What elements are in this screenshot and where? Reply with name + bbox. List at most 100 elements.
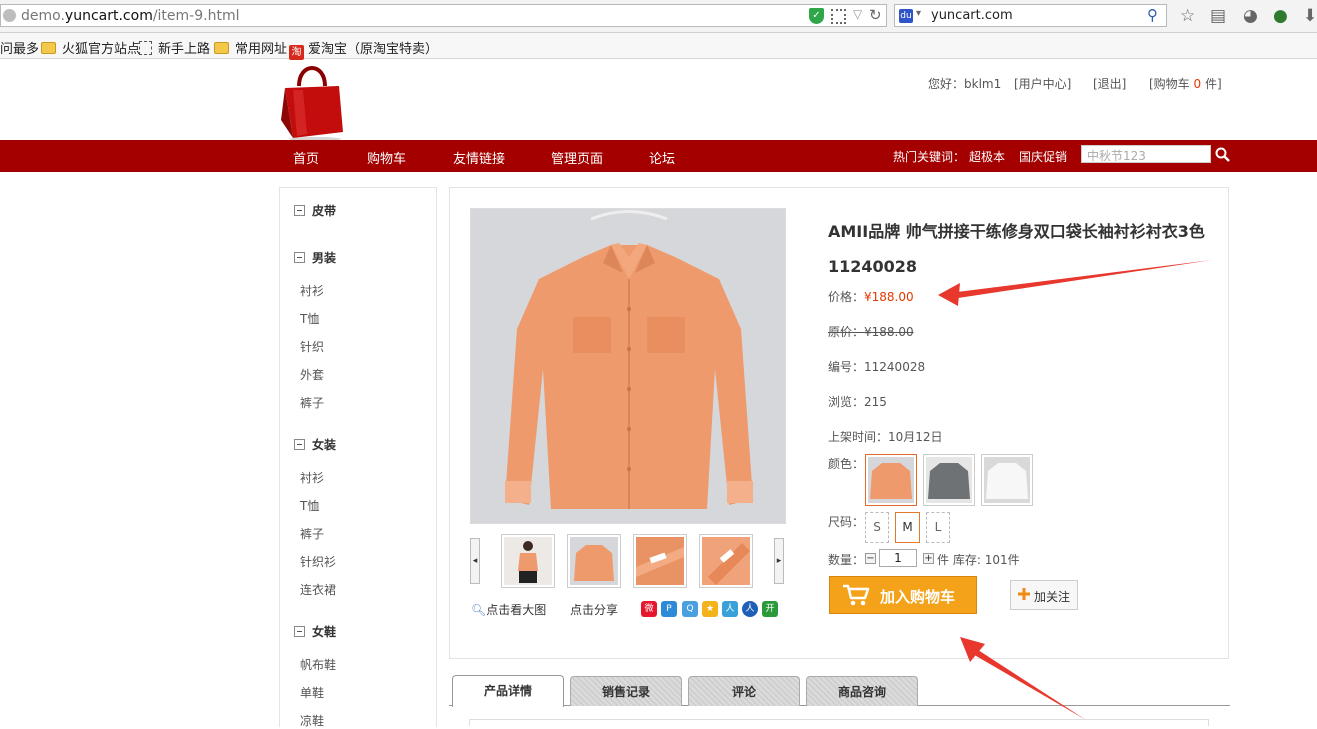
bookmark-item[interactable]: 新手上路 bbox=[139, 38, 210, 57]
category-item[interactable]: 外套 bbox=[300, 366, 324, 383]
color-swatch-gray[interactable] bbox=[923, 454, 975, 506]
nav-home[interactable]: 首页 bbox=[293, 148, 319, 167]
view-large-link[interactable]: 🔍︎点击看大图 bbox=[471, 601, 546, 618]
qr-code-icon[interactable] bbox=[831, 9, 846, 24]
hot-keyword[interactable]: 超极本 bbox=[969, 148, 1005, 165]
product-main-image[interactable] bbox=[470, 208, 786, 524]
category-item[interactable]: 帆布鞋 bbox=[300, 656, 336, 673]
download-icon[interactable]: ⬇ bbox=[1303, 6, 1317, 26]
product-thumbnail[interactable] bbox=[633, 534, 687, 588]
category-item[interactable]: 衬衫 bbox=[300, 282, 324, 299]
product-thumbnail[interactable] bbox=[501, 534, 555, 588]
color-swatch-white[interactable] bbox=[981, 454, 1033, 506]
renren-icon[interactable]: 人 bbox=[742, 601, 758, 617]
category-item[interactable]: 针织衫 bbox=[300, 553, 336, 570]
collapse-icon[interactable] bbox=[294, 626, 305, 637]
category-item[interactable]: 凉鞋 bbox=[300, 712, 324, 729]
user-greeting: 您好：bklm1 bbox=[928, 77, 1002, 91]
globe-icon bbox=[3, 9, 16, 22]
category-title[interactable]: 女鞋 bbox=[294, 623, 336, 640]
cart-link[interactable]: [购物车 0 件] bbox=[1149, 75, 1222, 92]
collapse-icon[interactable] bbox=[294, 439, 305, 450]
size-option[interactable]: L bbox=[926, 512, 950, 543]
share-p-icon[interactable]: P bbox=[661, 601, 677, 617]
date-line: 上架时间：10月12日 bbox=[828, 430, 943, 444]
quantity-input[interactable]: 1 bbox=[879, 549, 917, 567]
shopping-bag-logo[interactable] bbox=[279, 60, 345, 140]
chevron-down-icon[interactable]: ▽ bbox=[853, 7, 862, 21]
nav-admin[interactable]: 管理页面 bbox=[551, 148, 603, 167]
color-swatch-orange[interactable] bbox=[865, 454, 917, 506]
extension-icon[interactable]: ● bbox=[1273, 6, 1288, 26]
qty-label: 数量： bbox=[828, 553, 865, 567]
browser-search-input[interactable]: du ▾ yuncart.com ⚲ bbox=[894, 4, 1167, 27]
qzone-icon[interactable]: Q bbox=[682, 601, 698, 617]
bookmarks-bar: 问最多 火狐官方站点 新手上路 常用网址 淘爱淘宝（原淘宝特卖） bbox=[0, 33, 1317, 60]
star-share-icon[interactable]: ★ bbox=[702, 601, 718, 617]
add-to-cart-button[interactable]: 加入购物车 bbox=[829, 576, 977, 614]
category-item[interactable]: 连衣裙 bbox=[300, 581, 336, 598]
search-icon[interactable] bbox=[1214, 146, 1232, 164]
views-line: 浏览：215 bbox=[828, 395, 887, 409]
folder-icon bbox=[214, 42, 229, 54]
size-option-selected[interactable]: M bbox=[895, 512, 920, 543]
taobao-icon: 淘 bbox=[289, 45, 304, 60]
category-item[interactable]: 衬衫 bbox=[300, 469, 324, 486]
share-label: 点击分享 bbox=[570, 603, 619, 617]
reload-icon[interactable]: ↻ bbox=[869, 6, 882, 24]
qty-decrease-button[interactable]: − bbox=[865, 553, 876, 564]
user-center-link[interactable]: [用户中心] bbox=[1014, 75, 1071, 92]
url-text: demo.yuncart.com/item-9.html bbox=[21, 8, 240, 24]
category-title[interactable]: 皮带 bbox=[294, 202, 336, 219]
hot-keyword[interactable]: 国庆促销 bbox=[1019, 148, 1067, 165]
kaixin-icon[interactable]: 开 bbox=[762, 601, 778, 617]
nav-cart[interactable]: 购物车 bbox=[367, 148, 406, 167]
tab-sales-records[interactable]: 销售记录 bbox=[570, 676, 682, 706]
category-item[interactable]: 裤子 bbox=[300, 394, 324, 411]
tab-inquiries[interactable]: 商品咨询 bbox=[806, 676, 918, 706]
magnifier-icon[interactable]: ⚲ bbox=[1147, 6, 1158, 24]
category-item[interactable]: 单鞋 bbox=[300, 684, 324, 701]
bookmark-item[interactable]: 淘爱淘宝（原淘宝特卖） bbox=[289, 38, 438, 60]
tab-reviews[interactable]: 评论 bbox=[688, 676, 800, 706]
shield-icon[interactable]: ✓ bbox=[809, 8, 824, 24]
browser-toolbar: demo.yuncart.com/item-9.html ✓ ▽ ↻ du ▾ … bbox=[0, 0, 1317, 33]
nav-links[interactable]: 友情链接 bbox=[453, 148, 505, 167]
nav-forum[interactable]: 论坛 bbox=[649, 148, 675, 167]
price-line: 价格：¥188.00 bbox=[828, 290, 914, 304]
folder-icon bbox=[41, 42, 56, 54]
collapse-icon[interactable] bbox=[294, 205, 305, 216]
page-icon bbox=[139, 41, 152, 55]
palette-icon[interactable]: ◕ bbox=[1243, 6, 1258, 26]
size-option[interactable]: S bbox=[865, 512, 889, 543]
follow-button[interactable]: 加关注 bbox=[1010, 580, 1078, 610]
details-content bbox=[469, 719, 1209, 726]
thumb-prev-button[interactable]: ◂ bbox=[470, 538, 480, 584]
logout-link[interactable]: [退出] bbox=[1093, 75, 1126, 92]
product-thumbnail[interactable] bbox=[567, 534, 621, 588]
engine-dropdown-icon[interactable]: ▾ bbox=[916, 8, 921, 19]
bookmark-item[interactable]: 问最多 bbox=[0, 38, 39, 57]
people-share-icon[interactable]: 人 bbox=[722, 601, 738, 617]
category-item[interactable]: T恤 bbox=[300, 310, 319, 327]
category-item[interactable]: T恤 bbox=[300, 497, 319, 514]
product-thumbnail[interactable] bbox=[699, 534, 753, 588]
bookmark-star-icon[interactable]: ☆ bbox=[1180, 6, 1195, 26]
bookmark-item[interactable]: 常用网址 bbox=[214, 38, 287, 57]
weibo-icon[interactable]: 微 bbox=[641, 601, 657, 617]
collapse-icon[interactable] bbox=[294, 252, 305, 263]
category-title[interactable]: 男装 bbox=[294, 249, 336, 266]
qty-increase-button[interactable]: + bbox=[923, 553, 934, 564]
category-item[interactable]: 裤子 bbox=[300, 525, 324, 542]
clipboard-icon[interactable]: ▤ bbox=[1210, 6, 1226, 26]
category-item[interactable]: 针织 bbox=[300, 338, 324, 355]
bookmark-item[interactable]: 火狐官方站点 bbox=[41, 38, 140, 57]
baidu-engine-icon[interactable]: du bbox=[899, 9, 913, 23]
site-search-input[interactable]: 中秋节123 bbox=[1081, 145, 1211, 163]
tab-product-details[interactable]: 产品详情 bbox=[452, 675, 564, 707]
hot-keywords-label: 热门关键词： bbox=[893, 150, 966, 164]
thumb-next-button[interactable]: ▸ bbox=[774, 538, 784, 584]
address-bar[interactable]: demo.yuncart.com/item-9.html ✓ ▽ ↻ bbox=[0, 4, 887, 27]
category-sidebar: 皮带 男装 衬衫 T恤 针织 外套 裤子 女装 衬衫 T恤 裤子 针织衫 连衣裙… bbox=[279, 187, 437, 729]
category-title[interactable]: 女装 bbox=[294, 436, 336, 453]
